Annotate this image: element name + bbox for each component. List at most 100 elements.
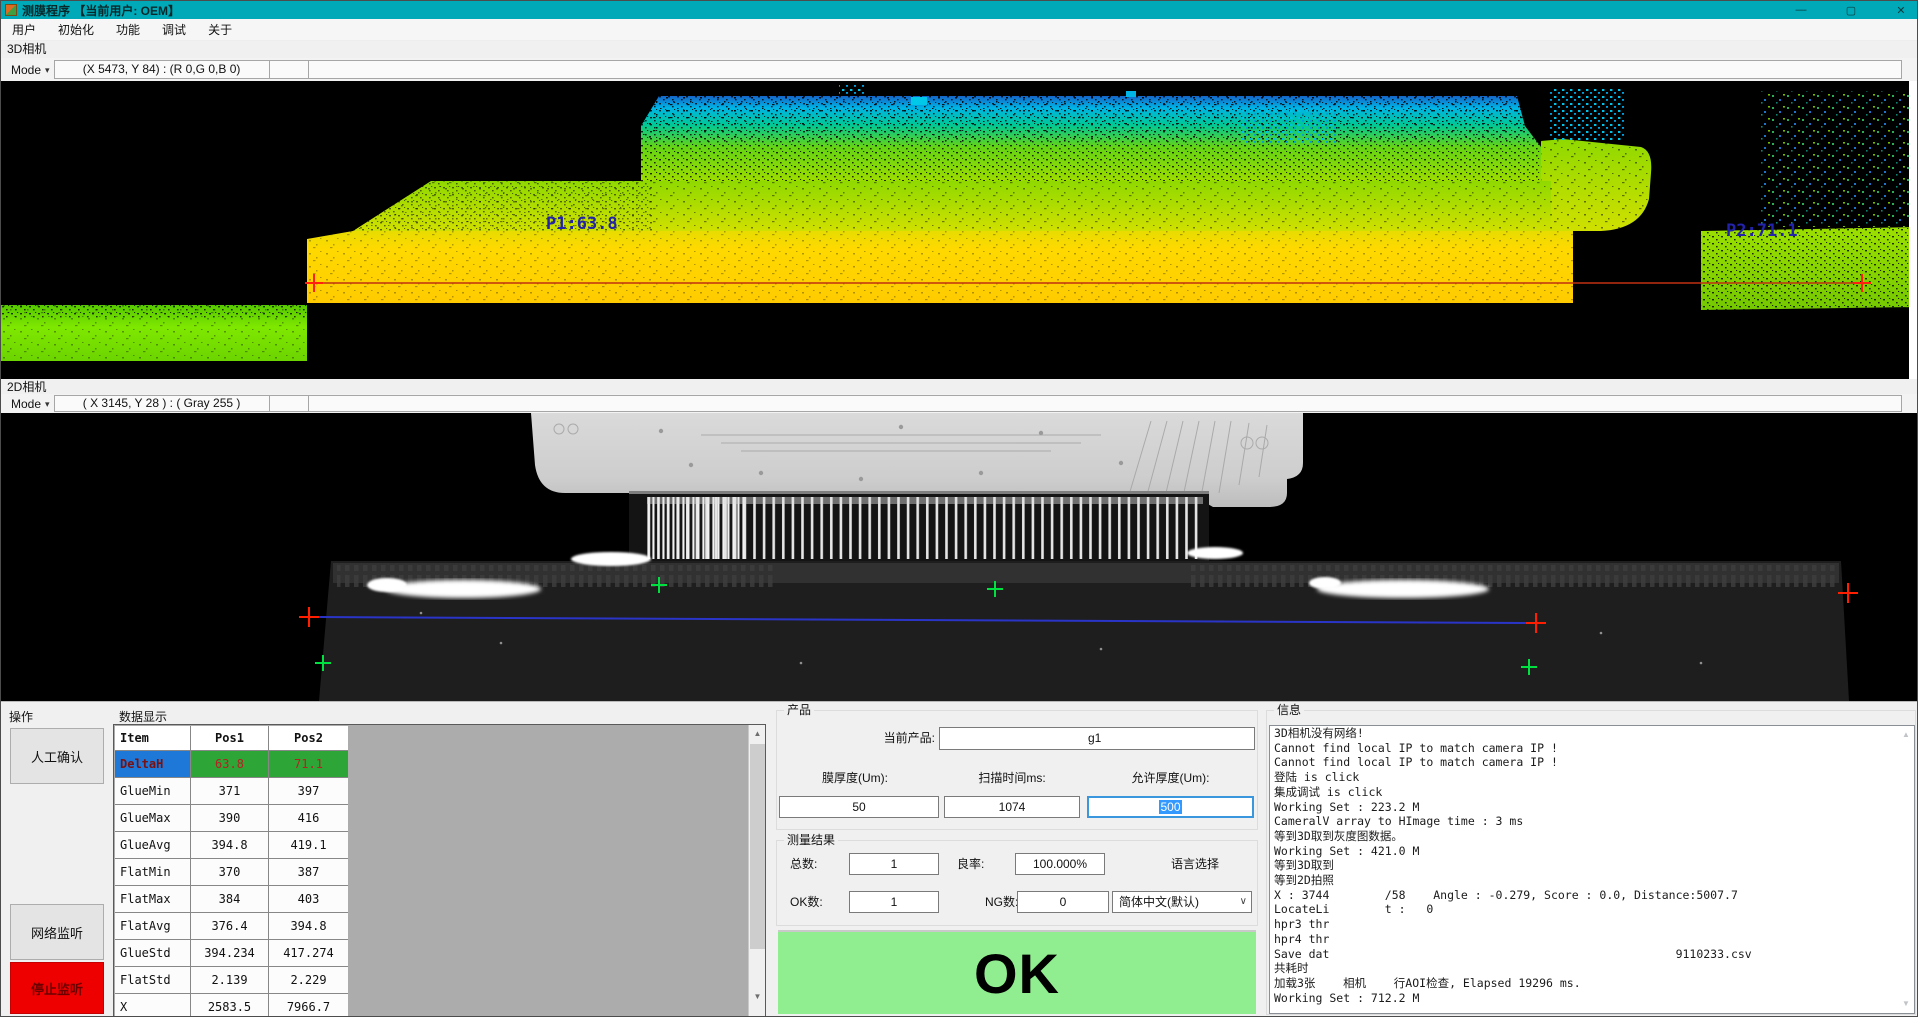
table-row[interactable]: GlueStd 394.234 417.274 [115,940,348,967]
log-line: Save dat 9110233.csv [1270,947,1914,962]
language-label: 语言选择 [1145,853,1245,875]
log-line: hpr3 thr [1270,917,1914,932]
menu-about[interactable]: 关于 [197,19,243,41]
dropdown-arrow-icon: ▾ [45,396,50,412]
yield-field[interactable]: 100.000% [1015,853,1105,875]
log-line: 加载3张 相机 行AOI检查, Elapsed 19296 ms. [1270,976,1914,991]
log-line: 等到3D取到 [1270,858,1914,873]
camera2d-pixel-status: ( X 3145, Y 28 ) : ( Gray 255 ) [54,395,270,412]
camera2d-status-panel-2 [269,395,309,412]
menu-function[interactable]: 功能 [105,19,151,41]
table-row[interactable]: FlatMin 370 387 [115,859,348,886]
operation-group-label: 操作 [9,708,33,725]
camera2d-label: 2D相机 [7,379,46,395]
log-line: Cannot find local IP to match camera IP … [1270,741,1914,756]
total-field[interactable]: 1 [849,853,939,875]
close-button[interactable]: ✕ [1891,4,1911,17]
camera2d-mode-button[interactable]: Mode ▾ [7,396,54,412]
film-thickness-label: 膜厚度(Um): [779,767,931,789]
current-product-field[interactable]: g1 [939,727,1255,750]
ok-count-field[interactable]: 1 [849,891,939,913]
allowed-thickness-field[interactable]: 500 [1087,796,1254,818]
info-log[interactable]: 3D相机没有网络! Cannot find local IP to match … [1269,725,1915,1014]
camera3d-heightmap: P1:63.8 P2:71.1 [1,81,1918,379]
product-group-label: 产品 [784,704,814,717]
dropdown-arrow-icon: ▾ [45,61,50,79]
camera3d-pixel-status: (X 5473, Y 84) : (R 0,G 0,B 0) [54,60,270,79]
table-row[interactable]: GlueAvg 394.8 419.1 [115,832,348,859]
bottom-panel: 操作 人工确认 网络监听 停止监听 数据显示 Item Pos1 Pos2 De… [1,701,1918,1017]
application-window: 测膜程序 【当前用户: OEM】 — ▢ ✕ 用户 初始化 功能 调试 关于 3… [0,0,1918,1017]
log-line: CameralV array to HImage time : 3 ms [1270,814,1914,829]
manual-confirm-button[interactable]: 人工确认 [10,728,104,784]
app-icon [5,4,17,16]
table-row[interactable]: FlatMax 384 403 [115,886,348,913]
selected-text: 500 [1159,800,1181,814]
viewport3d-right-strip [1909,81,1918,379]
data-grid[interactable]: Item Pos1 Pos2 DeltaH 63.8 71.1 GlueMin … [113,724,766,1017]
scan-time-label: 扫描时间ms: [944,767,1080,789]
camera2d-image [1,413,1918,701]
scan-time-field[interactable]: 1074 [944,796,1080,818]
table-row[interactable]: FlatAvg 376.4 394.8 [115,913,348,940]
camera2d-status-panel-3 [308,395,1902,412]
scroll-down-icon[interactable]: ▼ [749,988,766,1005]
scrollbar-thumb[interactable] [750,744,765,949]
log-line: 3D相机没有网络! [1270,726,1914,741]
info-group: 信息 3D相机没有网络! Cannot find local IP to mat… [1266,710,1916,1015]
window-title: 测膜程序 【当前用户: OEM】 [22,2,180,19]
camera2d-toolbar: Mode ▾ ( X 3145, Y 28 ) : ( Gray 255 ) [1,394,1918,413]
data-display-group-label: 数据显示 [119,708,167,725]
log-line: hpr4 thr [1270,932,1914,947]
log-line: Working Set : 223.2 M [1270,800,1914,815]
log-line: X : 3744 /58 Angle : -0.279, Score : 0.0… [1270,888,1914,903]
result-group-label: 测量结果 [784,834,838,847]
operation-group: 操作 人工确认 网络监听 停止监听 [5,708,107,1014]
scroll-down-icon[interactable]: ▼ [1899,997,1913,1011]
table-row[interactable]: GlueMin 371 397 [115,778,348,805]
maximize-button[interactable]: ▢ [1841,4,1861,17]
log-line: 等到3D取到灰度图数据。 [1270,829,1914,844]
log-line: 集成调试 is click [1270,785,1914,800]
data-display-group: 数据显示 Item Pos1 Pos2 DeltaH 63.8 71.1 Glu… [111,708,769,1017]
log-line: Working Set : 421.0 M [1270,844,1914,859]
scroll-up-icon[interactable]: ▲ [1899,728,1913,742]
table-row[interactable]: GlueMax 390 416 [115,805,348,832]
combo-arrow-icon: ∨ [1240,892,1247,912]
total-label: 总数: [790,853,840,875]
network-listen-button[interactable]: 网络监听 [10,904,104,960]
scroll-up-icon[interactable]: ▲ [749,725,766,742]
log-line: Cannot find local IP to match camera IP … [1270,755,1914,770]
camera3d-mode-button[interactable]: Mode ▾ [7,61,54,79]
product-group: 产品 当前产品: g1 膜厚度(Um): 扫描时间ms: 允许厚度(Um): 5… [776,710,1258,830]
info-group-label: 信息 [1274,704,1304,717]
camera3d-label: 3D相机 [7,41,46,57]
camera2d-viewport[interactable] [1,413,1918,701]
menu-bar: 用户 初始化 功能 调试 关于 [1,19,1918,41]
camera3d-status-panel-2 [269,60,309,79]
log-line: 共耗时 [1270,961,1914,976]
result-group: 测量结果 总数: 1 良率: 100.000% 语言选择 OK数: 1 NG数:… [776,840,1258,926]
camera3d-status-panel-3 [308,60,1902,79]
log-line: LocateLi t : 0 [1270,902,1914,917]
yield-label: 良率: [957,853,1003,875]
p1-measurement-label: P1:63.8 [546,214,618,234]
ng-count-field[interactable]: 0 [1017,891,1109,913]
table-scrollbar[interactable]: ▲ ▼ [748,725,765,1017]
camera3d-viewport[interactable]: P1:63.8 P2:71.1 [1,81,1918,379]
stop-listen-button[interactable]: 停止监听 [10,962,104,1014]
film-thickness-field[interactable]: 50 [779,796,939,818]
language-select[interactable]: 简体中文(默认) ∨ [1112,891,1252,913]
table-row[interactable]: X 2583.5 7966.7 [115,994,348,1017]
allowed-thickness-label: 允许厚度(Um): [1087,767,1254,789]
measurement-table: Item Pos1 Pos2 DeltaH 63.8 71.1 GlueMin … [115,726,348,1017]
log-line: 登陆 is click [1270,770,1914,785]
menu-user[interactable]: 用户 [1,19,47,41]
menu-init[interactable]: 初始化 [47,19,105,41]
menu-debug[interactable]: 调试 [151,19,197,41]
minimize-button[interactable]: — [1791,4,1811,16]
log-line: Working Set : 712.2 M [1270,991,1914,1006]
table-row[interactable]: DeltaH 63.8 71.1 [115,751,348,778]
table-row[interactable]: FlatStd 2.139 2.229 [115,967,348,994]
result-status-banner: OK [778,930,1256,1014]
